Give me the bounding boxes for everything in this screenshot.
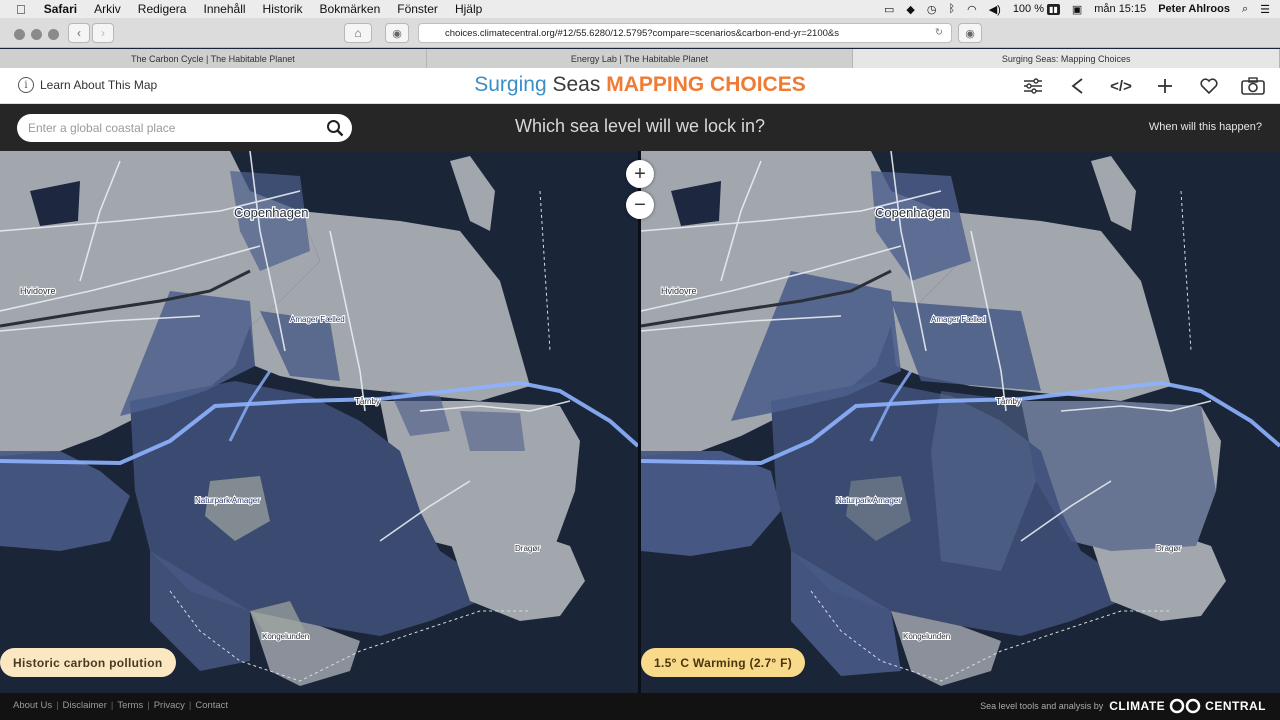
title-surging: Surging [474, 73, 547, 96]
camera-icon[interactable] [1240, 75, 1266, 97]
menu-arkiv[interactable]: Arkiv [94, 2, 121, 16]
tab-energy-lab[interactable]: Energy Lab | The Habitable Planet [427, 49, 854, 68]
back-button[interactable]: ‹ [68, 23, 90, 43]
clock-icon[interactable]: ◷ [927, 3, 937, 16]
footer-credit: Sea level tools and analysis by CLIMATE … [980, 698, 1266, 714]
zoom-in-button[interactable]: + [626, 160, 654, 188]
settings-sliders-icon[interactable] [1020, 75, 1046, 97]
label-tarnby: Tårnby [355, 397, 380, 406]
home-button[interactable]: ⌂ [344, 23, 372, 43]
label-copenhagen-right: Copenhagen [875, 205, 949, 220]
map-left[interactable]: Copenhagen Hvidovre Tårnby Dragør Kongel… [0, 151, 640, 693]
map-toolbar: Enter a global coastal place Which sea l… [0, 104, 1280, 151]
forward-button[interactable]: › [92, 23, 114, 43]
footer-contact-link[interactable]: Contact [195, 700, 228, 711]
credit-text: Sea level tools and analysis by [980, 701, 1104, 711]
climate-central-logo[interactable]: CLIMATE CENTRAL [1109, 698, 1266, 714]
battery-icon: ▮▮ [1047, 4, 1060, 15]
menu-bar:  Safari Arkiv Redigera Innehåll Histori… [0, 0, 1280, 18]
label-naturpark-right: Naturpark Amager [836, 496, 901, 505]
reload-icon[interactable]: ↻ [935, 27, 943, 38]
menu-hjalp[interactable]: Hjälp [455, 2, 482, 16]
menu-innehall[interactable]: Innehåll [203, 2, 245, 16]
label-amager-right: Amager Fælled [931, 315, 986, 324]
display-icon[interactable]: ▭ [884, 3, 894, 16]
menu-fonster[interactable]: Fönster [397, 2, 438, 16]
app-header: i Learn About This Map Surging Seas MAPP… [0, 68, 1280, 104]
menu-app-safari[interactable]: Safari [44, 2, 77, 16]
climate-central-mark-icon [1169, 698, 1201, 714]
battery-status[interactable]: 100 % ▮▮ [1013, 3, 1060, 15]
wifi-icon[interactable]: ◠ [967, 3, 977, 16]
tab-surging-seas[interactable]: Surging Seas: Mapping Choices [853, 49, 1280, 68]
address-bar[interactable]: choices.climatecentral.org/#12/55.6280/1… [418, 23, 952, 43]
scenario-right-button[interactable]: 1.5° C Warming (2.7° F) [641, 648, 806, 677]
menu-bokmarken[interactable]: Bokmärken [320, 2, 381, 16]
minimize-window-button[interactable] [31, 29, 42, 40]
spotlight-icon[interactable]: ⌕ [1242, 3, 1248, 16]
label-amager: Amager Fælled [290, 315, 345, 324]
footer-links: About Us | Disclaimer | Terms | Privacy | Co… [13, 700, 229, 711]
question-heading: Which sea level will we lock in? [514, 116, 766, 136]
map-right[interactable]: Copenhagen Hvidovre Tårnby Dragør Kongel… [640, 151, 1280, 693]
clock-text[interactable]: mån 15:15 [1094, 3, 1146, 15]
label-copenhagen: Copenhagen [234, 205, 308, 220]
menu-historik[interactable]: Historik [263, 2, 303, 16]
footer-terms-link[interactable]: Terms [117, 700, 143, 711]
label-hvidovre-right: Hvidovre [661, 286, 697, 296]
label-kongelunden: Kongelunden [262, 632, 309, 641]
brand-climate: CLIMATE [1109, 699, 1166, 713]
label-dragor-right: Dragør [1156, 544, 1181, 553]
heart-icon[interactable] [1196, 75, 1222, 97]
user-name[interactable]: Peter Ahlroos [1158, 3, 1230, 15]
menu-extras: ▭ ◆ ◷ ᛒ ◠ ◀) 100 % ▮▮ ▣ mån 15:15 Peter A… [872, 0, 1270, 18]
bluetooth-icon[interactable]: ᛒ [948, 3, 955, 15]
tab-bar: The Carbon Cycle | The Habitable Planet … [0, 49, 1280, 68]
when-link[interactable]: When will this happen? [1149, 121, 1262, 133]
label-dragor: Dragør [515, 544, 540, 553]
privacy-icon[interactable]: ◉ [385, 23, 409, 43]
footer-about-link[interactable]: About Us [13, 700, 52, 711]
title-mapping-choices: MAPPING CHOICES [606, 73, 806, 96]
header-icons: </> [1002, 75, 1266, 97]
scenario-left-button[interactable]: Historic carbon pollution [0, 648, 176, 677]
footer-disclaimer-link[interactable]: Disclaimer [63, 700, 107, 711]
label-tarnby-right: Tårnby [996, 397, 1021, 406]
footer-privacy-link[interactable]: Privacy [154, 700, 185, 711]
url-text: choices.climatecentral.org/#12/55.6280/1… [445, 27, 839, 39]
zoom-window-button[interactable] [48, 29, 59, 40]
dropbox-icon[interactable]: ◆ [906, 3, 914, 16]
embed-code-icon[interactable]: </> [1108, 75, 1134, 97]
brand-central: CENTRAL [1205, 699, 1266, 713]
close-window-button[interactable] [14, 29, 25, 40]
apple-icon[interactable]:  [16, 2, 26, 17]
extension-icon[interactable]: ◉ [958, 23, 982, 43]
title-seas: Seas [552, 73, 601, 96]
notification-center-icon[interactable]: ☰ [1260, 3, 1270, 16]
browser-toolbar: ‹ › ⌂ ◉ choices.climatecentral.org/#12/5… [0, 18, 1280, 48]
zoom-out-button[interactable]: − [626, 191, 654, 219]
footer: About Us | Disclaimer | Terms | Privacy | Co… [0, 693, 1280, 720]
flag-icon[interactable]: ▣ [1072, 3, 1082, 16]
map-divider-handle[interactable] [638, 151, 641, 693]
share-icon[interactable] [1064, 75, 1090, 97]
label-naturpark: Naturpark Amager [195, 496, 260, 505]
tab-carbon-cycle[interactable]: The Carbon Cycle | The Habitable Planet [0, 49, 427, 68]
label-hvidovre: Hvidovre [20, 286, 56, 296]
label-kongelunden-right: Kongelunden [903, 632, 950, 641]
menu-redigera[interactable]: Redigera [138, 2, 187, 16]
plus-icon[interactable] [1152, 75, 1178, 97]
volume-icon[interactable]: ◀) [989, 3, 1001, 16]
